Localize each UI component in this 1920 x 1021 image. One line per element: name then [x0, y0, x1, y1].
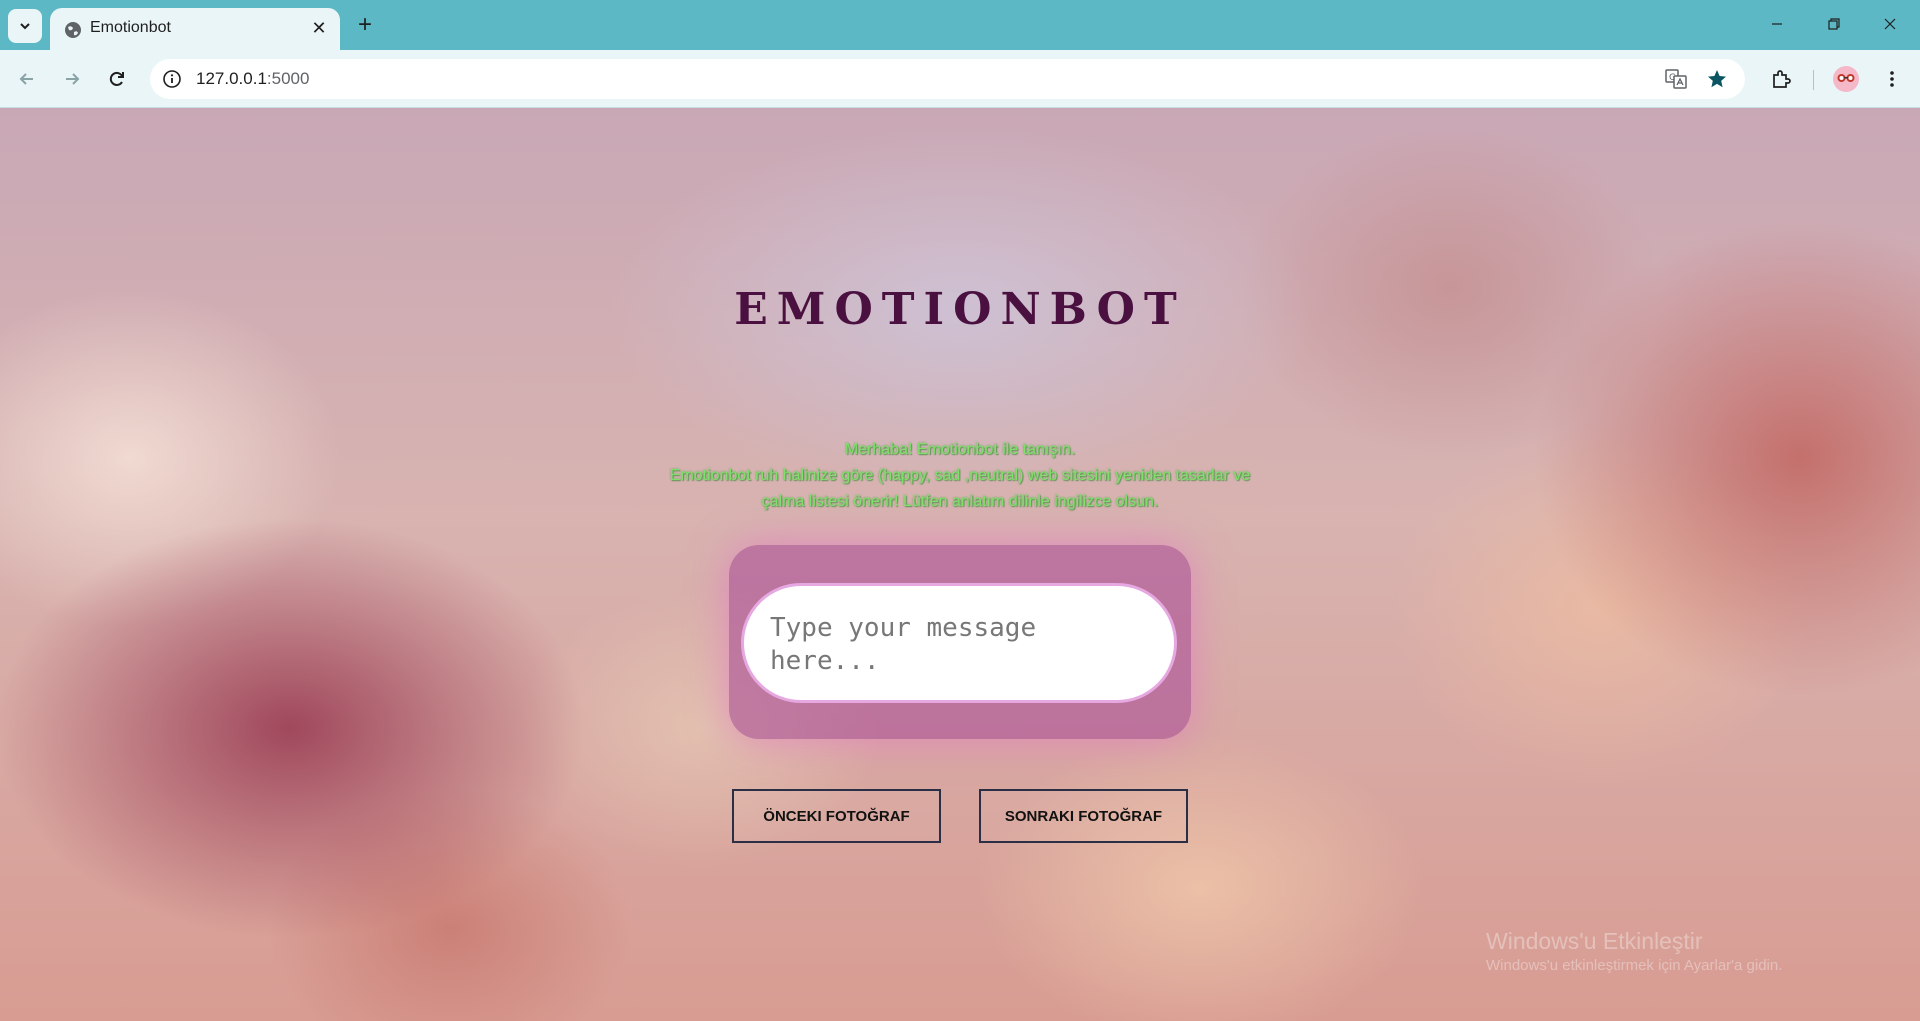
previous-photo-button[interactable]: ÖNCEKI FOTOĞRAF [732, 789, 941, 843]
arrow-right-icon [66, 73, 80, 85]
url-host: 127.0.0.1 [196, 69, 267, 88]
url-port: :5000 [266, 69, 310, 88]
url-text: 127.0.0.1:5000 [196, 69, 309, 89]
browser-menu-button[interactable] [1874, 61, 1910, 97]
forward-button[interactable] [54, 61, 90, 97]
back-button[interactable] [9, 61, 45, 97]
intro-line: çalma listesi önerir! Lütfen anlatım dil… [761, 493, 1159, 510]
reload-icon [109, 71, 124, 86]
next-photo-button[interactable]: SONRAKI FOTOĞRAF [979, 789, 1188, 843]
watermark-title: Windows'u Etkinleştir [1486, 928, 1703, 954]
extensions-button[interactable] [1763, 61, 1799, 97]
browser-tab-active[interactable]: Emotionbot ✕ [50, 8, 340, 50]
message-input[interactable] [741, 583, 1177, 703]
avatar-icon [1833, 66, 1859, 92]
site-info-icon[interactable] [160, 67, 184, 91]
tab-strip: Emotionbot ✕ + [0, 0, 1920, 50]
minimize-button[interactable] [1749, 0, 1805, 48]
browser-toolbar: 127.0.0.1:5000 G [0, 50, 1920, 108]
tab-search-button[interactable] [8, 9, 42, 43]
close-window-button[interactable] [1862, 0, 1918, 48]
arrow-left-icon [19, 73, 33, 85]
page-viewport: EMOTIONBOT Merhaba! Emotionbot ile tanış… [0, 108, 1920, 1021]
intro-line: Emotionbot ruh halinize göre (happy, sad… [669, 467, 1251, 484]
reload-button[interactable] [99, 61, 135, 97]
puzzle-icon [1773, 70, 1791, 88]
restore-button[interactable] [1806, 0, 1862, 48]
chevron-down-icon [20, 23, 30, 30]
profile-avatar[interactable] [1828, 61, 1864, 97]
translate-icon[interactable]: G [1664, 67, 1688, 91]
watermark-subtitle: Windows'u etkinleştirmek için Ayarlar'a … [1486, 957, 1783, 974]
windows-activation-watermark: Windows'u Etkinleştir Windows'u etkinleş… [1486, 928, 1782, 974]
message-panel [729, 545, 1191, 739]
more-vertical-icon [1890, 71, 1894, 87]
address-bar[interactable]: 127.0.0.1:5000 G [150, 59, 1745, 99]
tab-title: Emotionbot [90, 19, 171, 36]
bookmark-star-icon[interactable] [1705, 67, 1729, 91]
toolbar-separator [1813, 70, 1814, 90]
minimize-icon [1772, 23, 1782, 25]
restore-icon [1828, 18, 1840, 30]
page-title: EMOTIONBOT [734, 284, 1186, 335]
new-tab-button[interactable]: + [350, 10, 380, 40]
close-icon [1884, 18, 1896, 30]
globe-icon [65, 22, 81, 38]
intro-text: Merhaba! Emotionbot ile tanışın. Emotion… [610, 437, 1310, 515]
close-tab-icon[interactable]: ✕ [308, 17, 330, 39]
intro-line: Merhaba! Emotionbot ile tanışın. [844, 441, 1076, 458]
